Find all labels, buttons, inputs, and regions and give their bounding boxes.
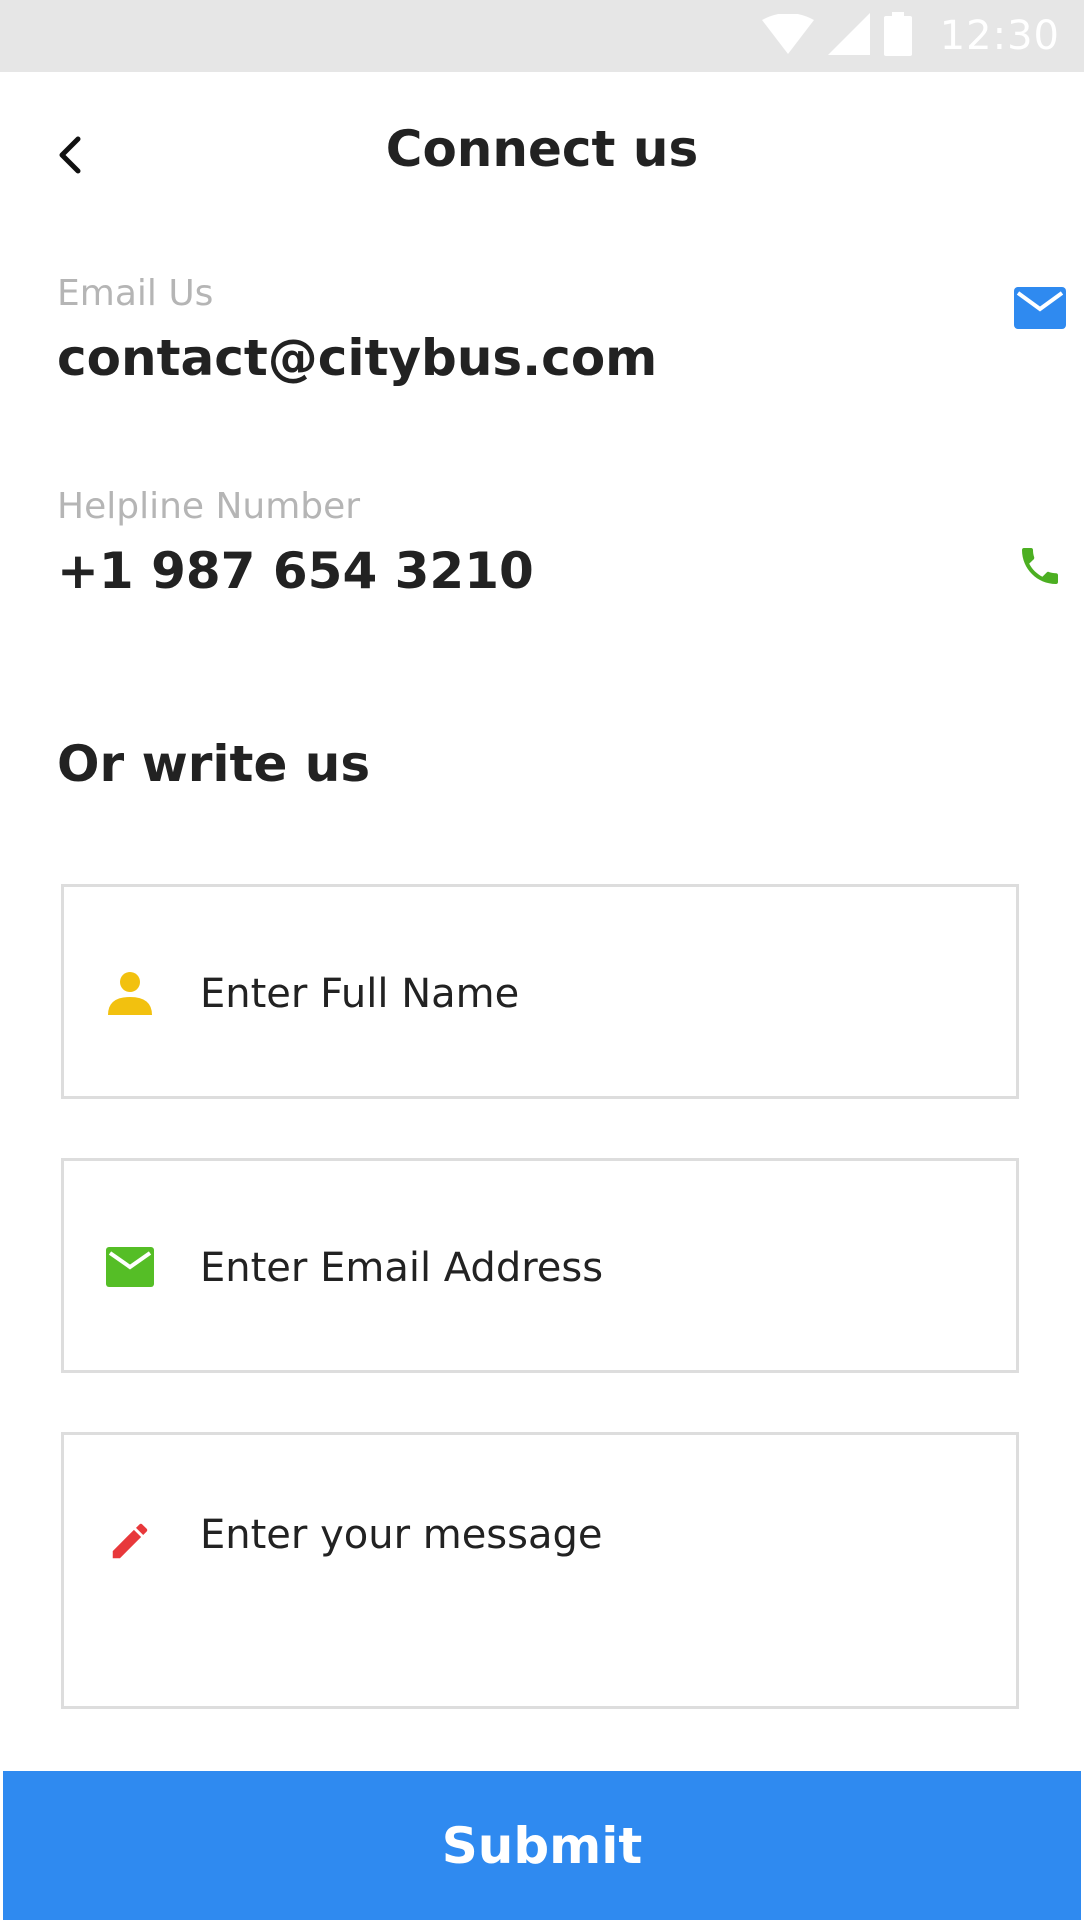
page-title: Connect us — [385, 120, 699, 178]
message-field[interactable] — [61, 1432, 1019, 1709]
email-address-input[interactable] — [200, 1238, 980, 1298]
app-header: Connect us — [0, 72, 1084, 232]
email-address-field[interactable] — [61, 1158, 1019, 1373]
wifi-icon — [761, 13, 814, 58]
email-label: Email Us — [57, 273, 214, 314]
full-name-input[interactable] — [200, 964, 980, 1024]
full-name-field[interactable] — [61, 884, 1019, 1099]
phone-contact-button[interactable] — [1012, 540, 1068, 596]
status-icons: 12:30 — [761, 0, 1060, 72]
phone-contact: Helpline Number +1 987 654 3210 — [57, 485, 1037, 603]
signal-icon — [827, 13, 870, 59]
status-bar: 12:30 — [0, 0, 1084, 72]
email-value[interactable]: contact@citybus.com — [57, 326, 1037, 390]
phone-icon — [1016, 542, 1064, 594]
form-title: Or write us — [57, 735, 371, 793]
message-input[interactable] — [200, 1509, 980, 1679]
battery-icon — [883, 12, 912, 60]
phone-value[interactable]: +1 987 654 3210 — [57, 539, 1037, 603]
phone-label: Helpline Number — [57, 486, 361, 527]
submit-button[interactable]: Submit — [3, 1771, 1081, 1920]
status-time: 12:30 — [939, 13, 1060, 59]
email-contact: Email Us contact@citybus.com — [57, 272, 1037, 390]
mail-icon — [102, 1239, 158, 1295]
email-contact-button[interactable] — [1012, 282, 1068, 338]
mail-icon — [1014, 287, 1066, 333]
pencil-icon — [102, 1513, 158, 1569]
person-icon — [102, 965, 158, 1021]
